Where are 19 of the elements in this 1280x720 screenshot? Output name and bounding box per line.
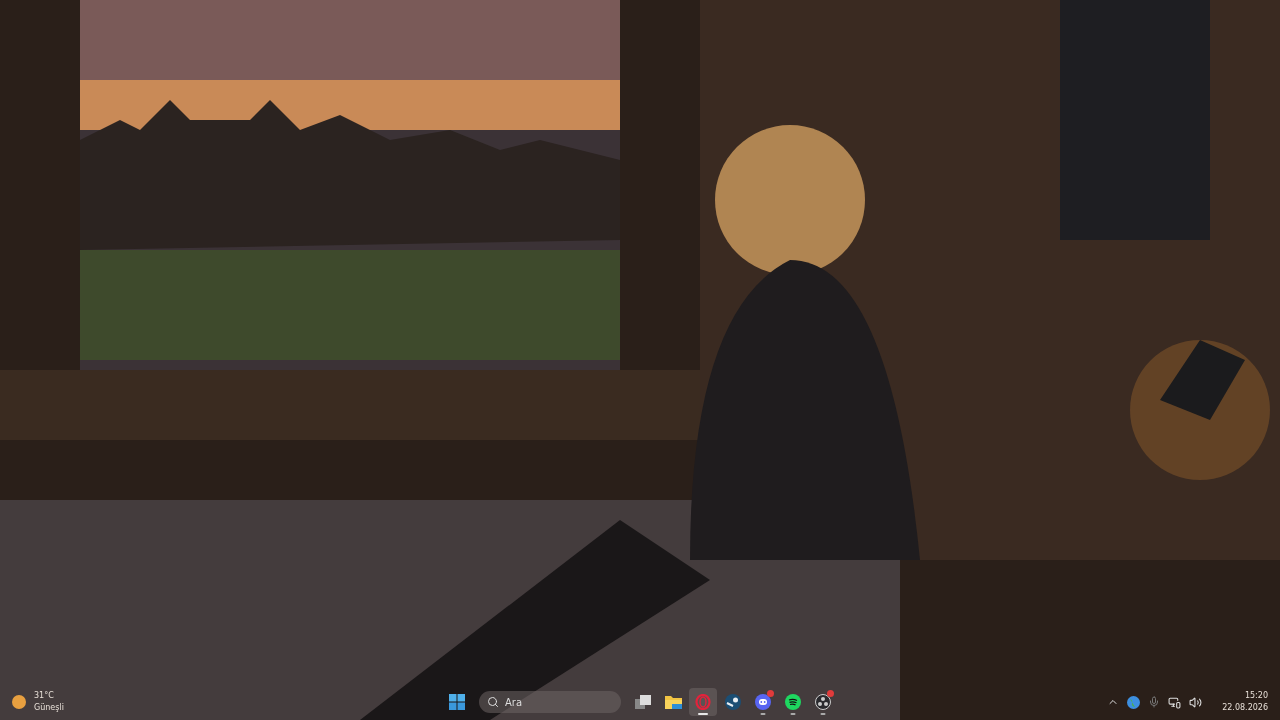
browser-button[interactable] xyxy=(689,688,717,716)
network-icon[interactable] xyxy=(1168,695,1182,709)
microphone-icon[interactable] xyxy=(1148,696,1161,708)
weather-temperature[interactable]: 31°C xyxy=(34,690,64,702)
spotify-icon xyxy=(785,694,801,710)
weather-condition[interactable]: Güneşli xyxy=(34,702,64,714)
volume-icon[interactable] xyxy=(1189,695,1203,709)
clock-time[interactable]: 15:20 xyxy=(1244,690,1268,702)
globe-icon[interactable] xyxy=(1127,695,1141,709)
task-view-icon xyxy=(635,695,651,709)
discord-icon xyxy=(755,694,771,710)
clock-date[interactable]: 22.08.2026 xyxy=(1222,702,1268,714)
search-icon xyxy=(487,696,499,708)
search-field[interactable]: Ara xyxy=(479,691,621,713)
obs-icon xyxy=(815,694,831,710)
ring-icon xyxy=(695,694,711,710)
windows-logo-icon xyxy=(449,694,465,710)
sun-icon[interactable] xyxy=(12,695,26,709)
steam-icon xyxy=(725,694,741,710)
